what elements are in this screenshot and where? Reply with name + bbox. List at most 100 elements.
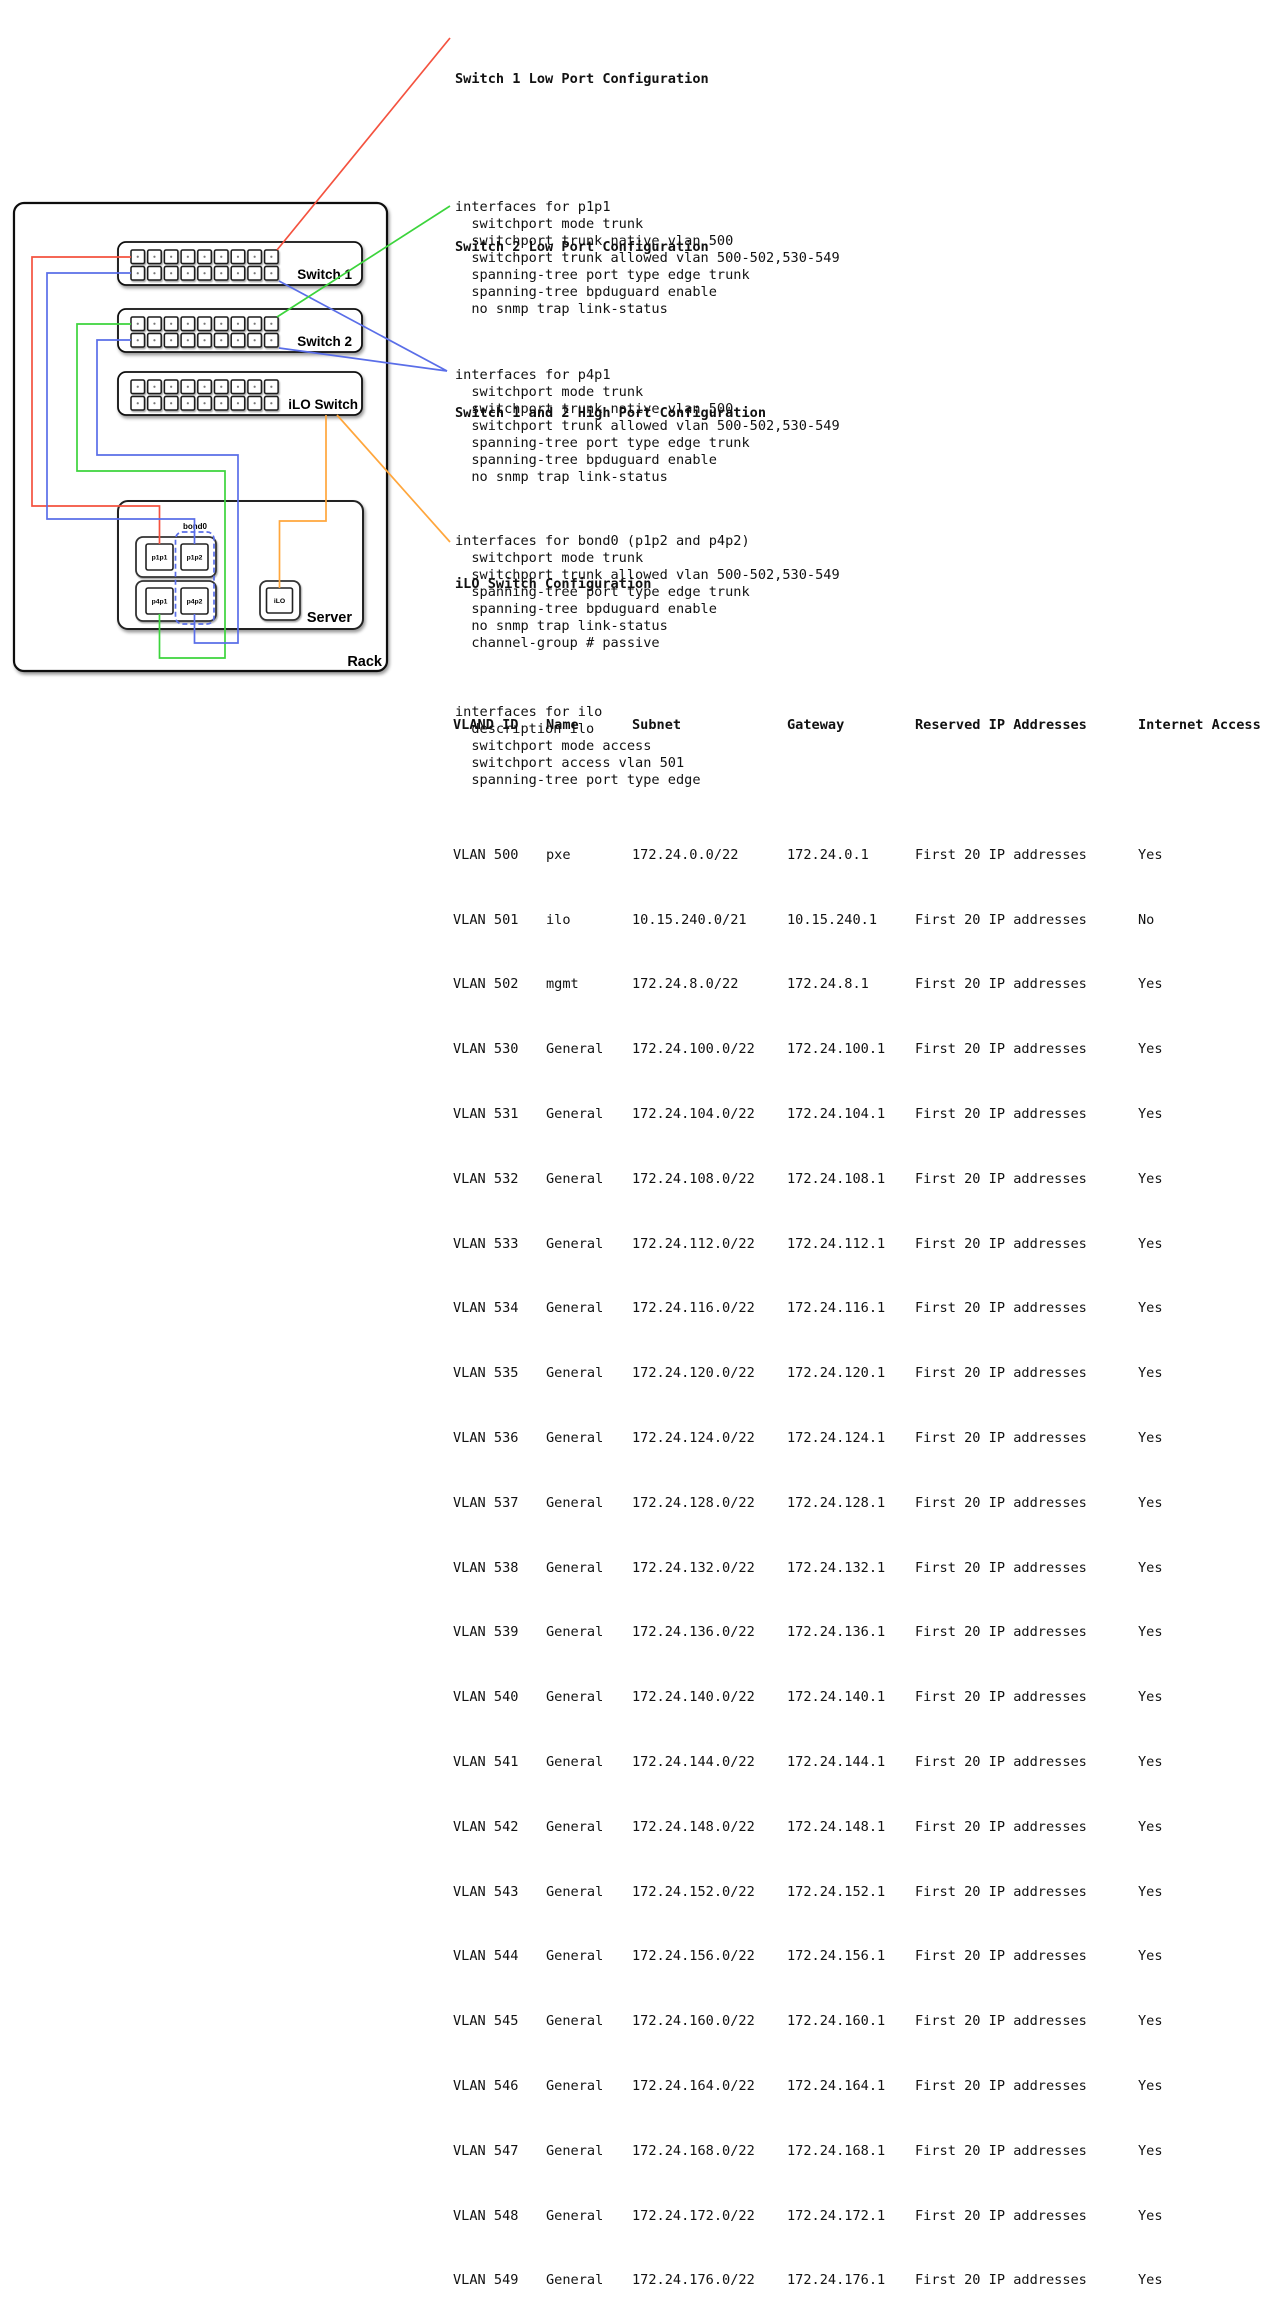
cell-vlan-id: VLAN 540 (453, 1689, 546, 1706)
port-p1p1-label: p1p1 (152, 555, 168, 562)
cell-gateway: 172.24.172.1 (787, 2208, 915, 2225)
cell-vlan-id: VLAN 537 (453, 1495, 546, 1512)
cell-reserved-ip: First 20 IP addresses (915, 912, 1138, 929)
table-row: VLAN 531 General 172.24.104.0/22 172.24.… (453, 1106, 1278, 1123)
table-row: VLAN 541 General 172.24.144.0/22 172.24.… (453, 1754, 1278, 1771)
table-row: VLAN 534 General 172.24.116.0/22 172.24.… (453, 1300, 1278, 1317)
cell-name: General (546, 1560, 632, 1577)
cell-vlan-id: VLAN 502 (453, 976, 546, 993)
cell-vlan-id: VLAN 548 (453, 2208, 546, 2225)
cell-internet-access: Yes (1138, 1689, 1278, 1706)
cell-vlan-id: VLAN 531 (453, 1106, 546, 1123)
cell-subnet: 172.24.132.0/22 (632, 1560, 787, 1577)
cell-gateway: 172.24.156.1 (787, 1948, 915, 1965)
cell-name: pxe (546, 847, 632, 864)
cell-name: General (546, 1300, 632, 1317)
port-p4p2-label: p4p2 (187, 599, 203, 606)
cell-vlan-id: VLAN 547 (453, 2143, 546, 2160)
cell-name: General (546, 2013, 632, 2030)
cell-reserved-ip: First 20 IP addresses (915, 1948, 1138, 1965)
cell-gateway: 172.24.128.1 (787, 1495, 915, 1512)
cell-gateway: 172.24.160.1 (787, 2013, 915, 2030)
table-row: VLAN 548 General 172.24.172.0/22 172.24.… (453, 2208, 1278, 2225)
cell-name: General (546, 1754, 632, 1771)
cell-internet-access: No (1138, 912, 1278, 929)
cell-name: General (546, 1819, 632, 1836)
config-title: Switch 1 and 2 High Port Configuration (455, 405, 840, 422)
cell-vlan-id: VLAN 546 (453, 2078, 546, 2095)
cell-name: General (546, 1624, 632, 1641)
port-p4p1-label: p4p1 (152, 599, 168, 606)
cell-internet-access: Yes (1138, 2272, 1278, 2289)
cell-name: General (546, 2208, 632, 2225)
cell-reserved-ip: First 20 IP addresses (915, 2143, 1138, 2160)
cell-vlan-id: VLAN 543 (453, 1884, 546, 1901)
cell-subnet: 172.24.176.0/22 (632, 2272, 787, 2289)
table-row: VLAN 544 General 172.24.156.0/22 172.24.… (453, 1948, 1278, 1965)
cell-reserved-ip: First 20 IP addresses (915, 2013, 1138, 2030)
cell-reserved-ip: First 20 IP addresses (915, 1041, 1138, 1058)
cell-gateway: 172.24.136.1 (787, 1624, 915, 1641)
vlan-table-header: VLAND IDNameSubnetGatewayReserved IP Add… (453, 717, 1278, 734)
table-row: VLAN 502 mgmt 172.24.8.0/22 172.24.8.1 F… (453, 976, 1278, 993)
cell-subnet: 172.24.104.0/22 (632, 1106, 787, 1123)
table-row: VLAN 532 General 172.24.108.0/22 172.24.… (453, 1171, 1278, 1188)
table-row: VLAN 547 General 172.24.168.0/22 172.24.… (453, 2143, 1278, 2160)
cell-reserved-ip: First 20 IP addresses (915, 1430, 1138, 1447)
cell-subnet: 172.24.124.0/22 (632, 1430, 787, 1447)
vlan-table-header-cell: Internet Access (1138, 717, 1278, 734)
cell-gateway: 10.15.240.1 (787, 912, 915, 929)
cell-name: General (546, 1689, 632, 1706)
table-row: VLAN 538 General 172.24.132.0/22 172.24.… (453, 1560, 1278, 1577)
cell-name: General (546, 1430, 632, 1447)
cell-gateway: 172.24.164.1 (787, 2078, 915, 2095)
cell-name: General (546, 2143, 632, 2160)
cell-reserved-ip: First 20 IP addresses (915, 1171, 1138, 1188)
cell-reserved-ip: First 20 IP addresses (915, 1300, 1138, 1317)
cell-reserved-ip: First 20 IP addresses (915, 847, 1138, 864)
cell-vlan-id: VLAN 534 (453, 1300, 546, 1317)
rack-diagram: Rack Switch 1 Switch 2 iLO Switch Server… (0, 0, 460, 694)
ilo-switch: iLO Switch (118, 372, 362, 415)
table-row: VLAN 539 General 172.24.136.0/22 172.24.… (453, 1624, 1278, 1641)
cell-name: General (546, 1171, 632, 1188)
cell-subnet: 172.24.140.0/22 (632, 1689, 787, 1706)
cell-gateway: 172.24.124.1 (787, 1430, 915, 1447)
cell-subnet: 172.24.0.0/22 (632, 847, 787, 864)
cell-vlan-id: VLAN 545 (453, 2013, 546, 2030)
cell-subnet: 172.24.148.0/22 (632, 1819, 787, 1836)
cell-name: General (546, 2078, 632, 2095)
table-row: VLAN 500 pxe 172.24.0.0/22 172.24.0.1 Fi… (453, 847, 1278, 864)
switch-1: Switch 1 (118, 242, 362, 285)
switch-2-label: Switch 2 (297, 334, 352, 349)
vlan-table-body: VLAN 500 pxe 172.24.0.0/22 172.24.0.1 Fi… (453, 783, 1278, 2308)
ilo-switch-label: iLO Switch (288, 397, 358, 412)
vlan-table-header-cell: VLAND ID (453, 717, 546, 734)
cell-subnet: 172.24.172.0/22 (632, 2208, 787, 2225)
table-row: VLAN 530 General 172.24.100.0/22 172.24.… (453, 1041, 1278, 1058)
cell-gateway: 172.24.0.1 (787, 847, 915, 864)
cell-internet-access: Yes (1138, 1495, 1278, 1512)
vlan-table-header-cell: Name (546, 717, 632, 734)
cell-gateway: 172.24.176.1 (787, 2272, 915, 2289)
cell-internet-access: Yes (1138, 976, 1278, 993)
switch-2: Switch 2 (118, 309, 362, 352)
cell-subnet: 172.24.116.0/22 (632, 1300, 787, 1317)
config-title: Switch 1 Low Port Configuration (455, 71, 840, 88)
cell-internet-access: Yes (1138, 1948, 1278, 1965)
cell-subnet: 172.24.112.0/22 (632, 1236, 787, 1253)
cell-subnet: 172.24.8.0/22 (632, 976, 787, 993)
cell-gateway: 172.24.116.1 (787, 1300, 915, 1317)
cell-internet-access: Yes (1138, 1236, 1278, 1253)
cell-gateway: 172.24.100.1 (787, 1041, 915, 1058)
cell-name: General (546, 1884, 632, 1901)
port-p1p2-label: p1p2 (187, 555, 203, 562)
vlan-table-header-cell: Subnet (632, 717, 787, 734)
cell-internet-access: Yes (1138, 1560, 1278, 1577)
cell-reserved-ip: First 20 IP addresses (915, 1819, 1138, 1836)
cell-gateway: 172.24.108.1 (787, 1171, 915, 1188)
cell-subnet: 172.24.156.0/22 (632, 1948, 787, 1965)
cell-reserved-ip: First 20 IP addresses (915, 1560, 1138, 1577)
cell-subnet: 172.24.160.0/22 (632, 2013, 787, 2030)
cell-reserved-ip: First 20 IP addresses (915, 1236, 1138, 1253)
